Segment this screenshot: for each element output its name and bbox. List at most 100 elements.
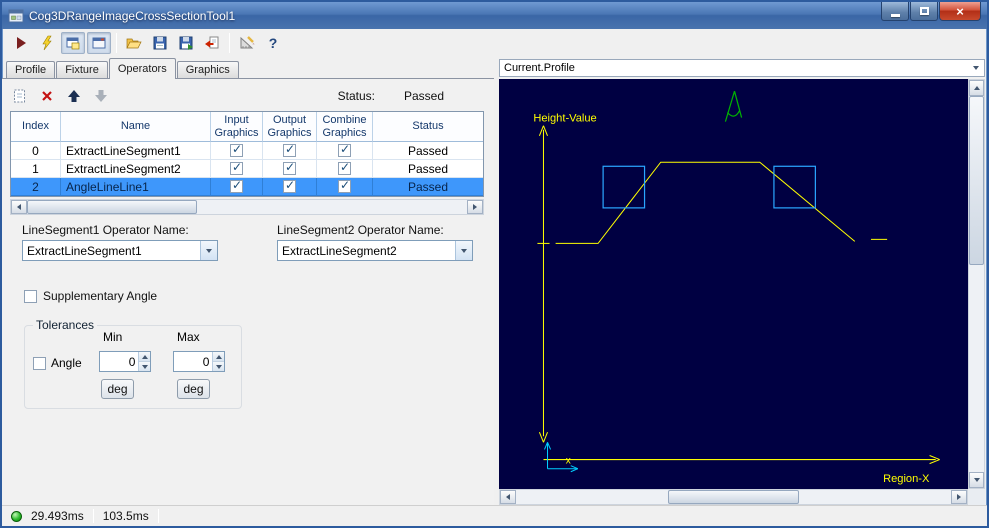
run-icon [17, 37, 26, 49]
tab-profile[interactable]: Profile [6, 61, 56, 78]
column-header-status[interactable]: Status [373, 112, 483, 142]
up-arrow-icon [973, 86, 980, 90]
status-led-icon [11, 510, 22, 522]
angle-min-input[interactable] [100, 352, 139, 371]
setup-button[interactable] [235, 32, 259, 54]
dropdown-button[interactable] [968, 60, 984, 76]
tolerances-title: Tolerances [33, 318, 98, 332]
angle-min-unit-button[interactable]: deg [101, 379, 134, 399]
segment-selection-boxes [602, 165, 816, 209]
scrollbar-thumb[interactable] [27, 200, 197, 214]
delete-operator-button[interactable] [37, 86, 57, 106]
angle-tolerance-label: Angle [51, 356, 82, 370]
dropdown-button[interactable] [200, 241, 217, 260]
line-segment1-value: ExtractLineSegment1 [27, 243, 142, 258]
column-header-index[interactable]: Index [11, 112, 61, 142]
combine-graphics-checkbox[interactable] [338, 178, 351, 193]
status-label: Status: [337, 89, 375, 103]
scroll-left-button[interactable] [500, 490, 516, 504]
scrollbar-track[interactable] [516, 490, 951, 504]
angle-max-spinner [173, 351, 225, 372]
add-operator-button[interactable] [10, 86, 30, 106]
y-axis-label: Height-Value [533, 113, 596, 125]
help-button[interactable]: ? [261, 32, 285, 54]
spin-down-button[interactable] [213, 362, 224, 371]
input-graphics-checkbox[interactable] [230, 178, 243, 193]
combine-graphics-checkbox[interactable] [338, 142, 351, 157]
scrollbar-corner [968, 489, 985, 505]
angle-max-input[interactable] [174, 352, 213, 371]
scroll-up-button[interactable] [969, 80, 984, 96]
left-arrow-icon [17, 204, 21, 210]
import-button[interactable] [200, 32, 224, 54]
angle-max-unit-button[interactable]: deg [177, 379, 210, 399]
cell-combine-graphics [317, 160, 373, 178]
left-arrow-icon [506, 494, 510, 500]
scroll-right-button[interactable] [467, 200, 483, 214]
cell-index: 1 [11, 160, 61, 178]
profile-source-combobox[interactable]: Current.Profile [499, 59, 985, 77]
scrollbar-thumb[interactable] [969, 96, 984, 266]
profile-line [537, 161, 888, 244]
live-run-button[interactable] [35, 32, 59, 54]
supplementary-angle-checkbox[interactable] [24, 289, 37, 303]
combine-graphics-checkbox[interactable] [338, 160, 351, 175]
table-row-selected[interactable]: 2 AngleLineLine1 Passed [11, 178, 483, 196]
move-up-button[interactable] [64, 86, 84, 106]
tab-fixture[interactable]: Fixture [56, 61, 108, 78]
segment2-box [773, 165, 816, 209]
run-button[interactable] [9, 32, 33, 54]
line-segment1-combobox[interactable]: ExtractLineSegment1 [22, 240, 218, 261]
table-row[interactable]: 1 ExtractLineSegment2 Passed [11, 160, 483, 178]
spin-down-button[interactable] [139, 362, 150, 371]
maximize-button[interactable] [910, 2, 938, 21]
input-graphics-checkbox[interactable] [230, 142, 243, 157]
move-down-button[interactable] [91, 86, 111, 106]
column-header-output-graphics[interactable]: Output Graphics [263, 112, 317, 142]
max-label: Max [177, 330, 200, 344]
scrollbar-track[interactable] [969, 96, 984, 472]
origin-x-label: x [566, 456, 571, 467]
output-graphics-checkbox[interactable] [283, 178, 296, 193]
scroll-left-button[interactable] [11, 200, 27, 214]
column-header-name[interactable]: Name [61, 112, 211, 142]
import-icon [205, 36, 219, 49]
spin-up-button[interactable] [139, 352, 150, 362]
profile-graphics-display[interactable]: Height-Value Region-X x [499, 79, 968, 489]
column-header-input-graphics[interactable]: Input Graphics [211, 112, 263, 142]
save-button[interactable] [148, 32, 172, 54]
spin-up-button[interactable] [213, 352, 224, 362]
setup-icon [240, 36, 255, 49]
tab-graphics[interactable]: Graphics [176, 61, 239, 78]
line-segment2-combobox[interactable]: ExtractLineSegment2 [277, 240, 473, 261]
save-record-button[interactable] [174, 32, 198, 54]
operators-tab-body: Status: Passed Index Name Input Graphics… [2, 78, 494, 505]
angle-tolerance-checkbox[interactable] [33, 356, 46, 370]
output-graphics-checkbox[interactable] [283, 142, 296, 157]
float-window-toggle[interactable] [87, 32, 111, 54]
open-button[interactable] [122, 32, 146, 54]
column-header-combine-graphics[interactable]: Combine Graphics [317, 112, 373, 142]
input-graphics-checkbox[interactable] [230, 160, 243, 175]
close-button[interactable]: × [939, 2, 981, 21]
chevron-down-icon [461, 248, 467, 253]
min-label: Min [103, 330, 123, 344]
show-tooltips-toggle[interactable] [61, 32, 85, 54]
scroll-right-button[interactable] [951, 490, 967, 504]
profile-horizontal-scrollbar [499, 489, 968, 505]
scrollbar-thumb[interactable] [668, 490, 799, 504]
cell-output-graphics [263, 160, 317, 178]
profile-vertical-scrollbar [968, 79, 985, 489]
svg-text:?: ? [269, 35, 278, 51]
scroll-down-button[interactable] [969, 472, 984, 488]
dropdown-button[interactable] [455, 241, 472, 260]
table-row[interactable]: 0 ExtractLineSegment1 Passed [11, 142, 483, 160]
minimize-button[interactable] [881, 2, 909, 21]
spinner-buttons [138, 352, 150, 371]
scrollbar-track[interactable] [27, 200, 467, 214]
down-arrow-icon [141, 364, 148, 369]
origin-axes-icon [544, 442, 579, 473]
spinner-buttons [212, 352, 224, 371]
output-graphics-checkbox[interactable] [283, 160, 296, 175]
tab-operators[interactable]: Operators [108, 58, 176, 79]
